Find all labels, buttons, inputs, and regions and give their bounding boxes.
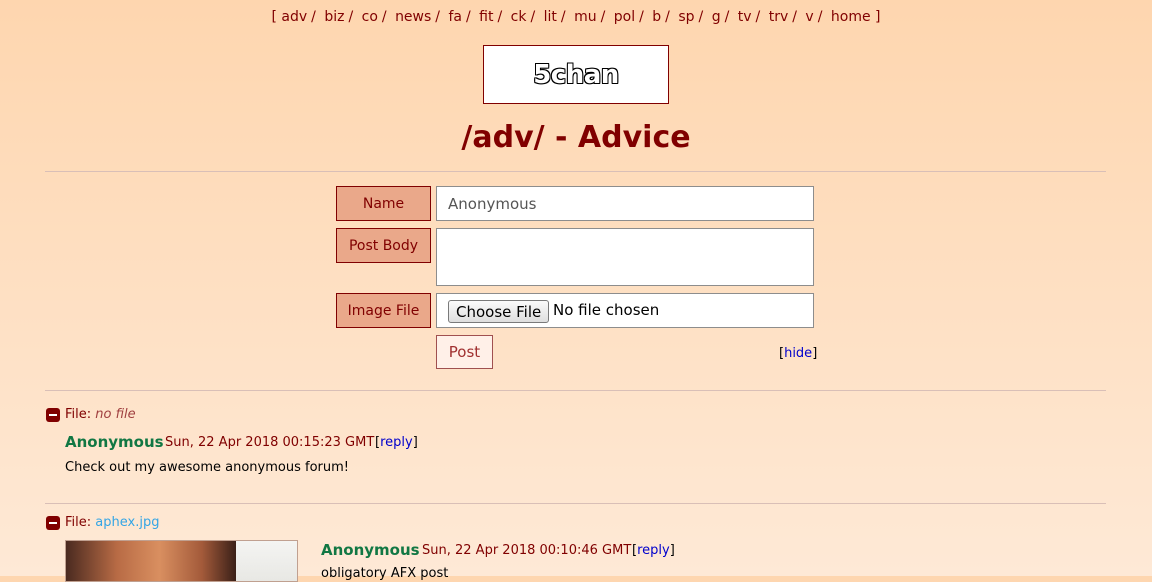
collapse-post-icon[interactable] [46,516,60,530]
reply-control: [reply] [632,543,675,558]
nav-separator: / [724,9,730,25]
file-status-text: No file chosen [553,301,660,319]
post-body-wrapper [436,228,814,286]
nav-open-bracket: [ [271,9,277,25]
nav-separator: / [560,9,566,25]
nav-separator: / [435,9,441,25]
reply-close-bracket: ] [412,435,418,450]
board-link-fa[interactable]: fa [448,9,462,25]
board-link-adv[interactable]: adv [281,9,307,25]
board-link-sp[interactable]: sp [678,9,694,25]
nav-separator: / [698,9,704,25]
post-file-info: File: aphex.jpg [65,515,159,530]
nav-separator: / [817,9,823,25]
board-link-lit[interactable]: lit [544,9,557,25]
file-label: File: [65,407,92,422]
post-body-textarea[interactable] [437,229,813,285]
poster-name: Anonymous [65,433,164,451]
post-file-info: File: no file [65,407,136,422]
divider [45,171,1106,172]
board-link-mu[interactable]: mu [574,9,597,25]
board-list-nav: [ adv / biz / co / news / fa / fit / ck / lit / … [0,9,1152,25]
thumbnail-face [66,541,236,581]
name-field-wrapper [436,186,814,221]
board-link-home[interactable]: home [831,9,871,25]
logo-text: 5chan [533,59,619,90]
board-link-b[interactable]: b [652,9,661,25]
board-link-trv[interactable]: trv [769,9,789,25]
choose-file-button[interactable]: Choose File [448,300,550,323]
nav-separator: / [381,9,387,25]
nav-separator: / [665,9,670,25]
thumbnail-background [236,541,297,581]
name-label: Name [336,186,431,221]
collapse-post-icon[interactable] [46,408,60,422]
divider [45,503,1106,504]
nav-separator: / [755,9,761,25]
reply-control: [reply] [375,435,418,450]
post-body-label: Post Body [336,228,431,263]
post-button[interactable]: Post [436,335,493,369]
nav-separator: / [311,9,316,25]
image-file-label: Image File [336,293,431,328]
name-input[interactable] [437,187,813,220]
board-link-biz[interactable]: biz [324,9,344,25]
post-date: Sun, 22 Apr 2018 00:10:46 GMT [422,543,632,558]
reply-link[interactable]: reply [637,543,670,558]
board-link-g[interactable]: g [712,9,721,25]
hide-form-control: [hide] [779,346,817,361]
post-date: Sun, 22 Apr 2018 00:15:23 GMT [165,435,375,450]
nav-separator: / [600,9,606,25]
reply-link[interactable]: reply [380,435,413,450]
file-link[interactable]: aphex.jpg [95,515,159,530]
file-value: no file [95,407,136,422]
nav-separator: / [530,9,536,25]
divider [45,390,1106,391]
board-link-news[interactable]: news [395,9,431,25]
image-file-field: Choose File No file chosen [436,293,814,328]
board-link-pol[interactable]: pol [614,9,635,25]
hide-close-bracket: ] [812,346,818,361]
nav-separator: / [465,9,471,25]
board-title: /adv/ - Advice [461,120,691,155]
nav-separator: / [792,9,797,25]
hide-form-link[interactable]: hide [784,346,812,361]
site-logo[interactable]: 5chan [483,45,669,104]
post-body-text: obligatory AFX post [321,566,449,581]
nav-close-bracket: ] [875,9,881,25]
nav-separator: / [348,9,354,25]
post-body-text: Check out my awesome anonymous forum! [65,460,349,475]
board-link-tv[interactable]: tv [738,9,752,25]
board-link-v[interactable]: v [805,9,813,25]
board-link-fit[interactable]: fit [479,9,493,25]
nav-separator: / [497,9,503,25]
nav-separator: / [639,9,644,25]
board-link-ck[interactable]: ck [511,9,527,25]
file-label: File: [65,515,92,530]
board-link-co[interactable]: co [362,9,378,25]
reply-close-bracket: ] [669,543,675,558]
poster-name: Anonymous [321,541,420,559]
